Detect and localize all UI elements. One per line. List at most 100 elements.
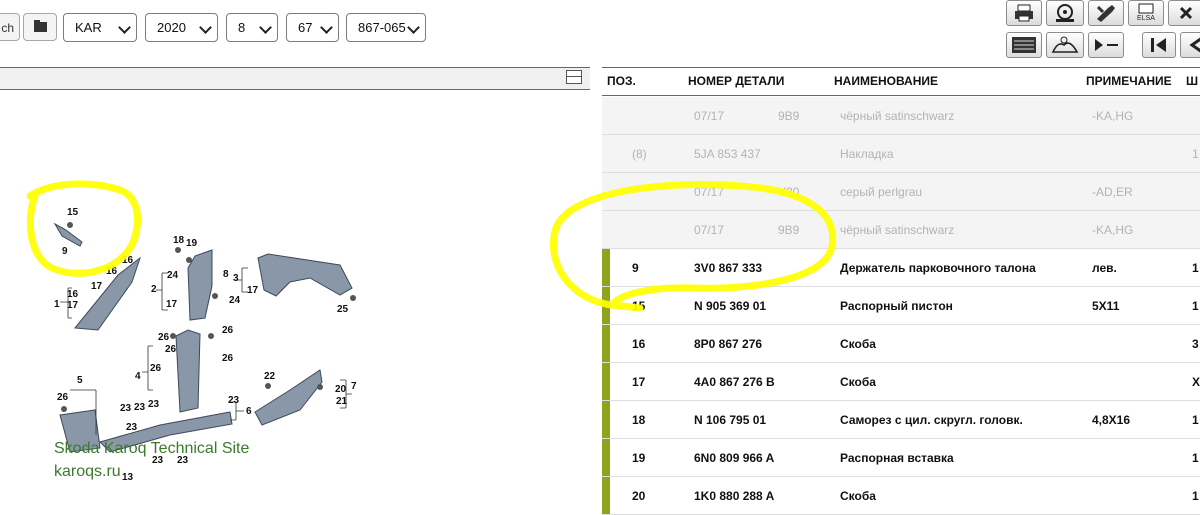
tools-icon — [1096, 5, 1115, 22]
tools-button[interactable] — [1088, 0, 1124, 26]
callout-label[interactable]: 17 — [247, 285, 259, 296]
search-button[interactable]: ch — [0, 13, 20, 41]
callout-label[interactable]: 16 — [106, 266, 118, 277]
callout-label[interactable]: 16 — [67, 289, 79, 300]
row-color-code: 9B9 — [778, 223, 800, 237]
close-button[interactable] — [1168, 0, 1200, 26]
callout-label[interactable]: 24 — [167, 270, 179, 281]
table-row[interactable]: 15 N 905 369 01 Распорный пистон 5X11 1 — [602, 287, 1200, 325]
table-row[interactable]: 07/17 9B9 чёрный satinschwarz -KA,HG — [602, 211, 1200, 249]
callout-label[interactable]: 16 — [122, 255, 134, 266]
row-name: Скоба — [840, 375, 876, 389]
print-button[interactable] — [1006, 0, 1042, 26]
row-name: Скоба — [840, 489, 876, 503]
callout-label[interactable]: 23 — [120, 403, 132, 414]
col-header-pos[interactable]: ПОЗ. — [607, 74, 636, 88]
year-select[interactable]: 2020 — [145, 13, 218, 42]
watermark-title: Skoda Karoq Technical Site — [54, 440, 250, 457]
table-row[interactable]: 9 3V0 867 333 Держатель парковочного тал… — [602, 249, 1200, 287]
callout-label[interactable]: 9 — [62, 246, 68, 257]
list-view-button[interactable] — [1006, 32, 1042, 58]
model-select[interactable]: KAR — [63, 13, 137, 42]
callout-label[interactable]: 7 — [351, 381, 357, 392]
table-row[interactable]: 19 6N0 809 966 A Распорная вставка 1 — [602, 439, 1200, 477]
callout-label[interactable]: 6 — [246, 406, 252, 417]
prev-page-button[interactable] — [1180, 32, 1200, 58]
callout-label[interactable]: 23 — [126, 422, 138, 433]
callout-label[interactable]: 21 — [336, 396, 348, 407]
callout-label[interactable]: 15 — [67, 207, 79, 218]
chevron-down-icon — [118, 21, 131, 34]
parts-table-header: ПОЗ. НОМЕР ДЕТАЛИ НАИМЕНОВАНИЕ ПРИМЕЧАНИ… — [602, 67, 1200, 96]
callout-label[interactable]: 4 — [135, 371, 141, 382]
row-pos: 9 — [632, 261, 639, 275]
illustration-select[interactable]: 867-065 — [346, 13, 426, 42]
chevron-down-icon — [407, 21, 420, 34]
callout-label[interactable]: 26 — [150, 363, 162, 374]
scale-button[interactable] — [1046, 32, 1084, 58]
printer-icon — [1015, 4, 1033, 22]
row-pos: 15 — [632, 299, 646, 313]
elsa-button[interactable]: ELSA — [1128, 0, 1164, 26]
row-note: 4,8X16 — [1092, 413, 1131, 427]
table-row[interactable]: 07/17 9B9 чёрный satinschwarz -KA,HG — [602, 97, 1200, 135]
split-view-icon[interactable] — [566, 70, 582, 84]
list-view-icon — [1012, 37, 1036, 53]
callout-label[interactable]: 26 — [222, 325, 234, 336]
step-button[interactable] — [1088, 32, 1124, 58]
row-part-number: 3V0 867 333 — [694, 261, 763, 275]
callout-label[interactable]: 20 — [335, 384, 347, 395]
callout-label[interactable]: 22 — [264, 371, 276, 382]
subgroup-select[interactable]: 67 — [286, 13, 339, 42]
callout-label[interactable]: 2 — [151, 284, 157, 295]
callout-label[interactable]: 17 — [67, 300, 79, 311]
table-row[interactable]: 17 4A0 867 276 B Скоба X — [602, 363, 1200, 401]
first-page-button[interactable] — [1142, 32, 1176, 58]
callout-label[interactable]: 3 — [233, 273, 239, 284]
callout-label[interactable]: 24 — [229, 295, 241, 306]
row-color-code: Y20 — [778, 185, 800, 199]
group-select-value: 8 — [238, 20, 246, 35]
callout-label[interactable]: 5 — [77, 375, 83, 386]
clip-part — [61, 406, 67, 412]
callout-label[interactable]: 23 — [148, 399, 160, 410]
folder-icon — [34, 20, 47, 32]
row-name: Держатель парковочного талона — [840, 261, 1036, 275]
callout-label[interactable]: 8 — [223, 269, 229, 280]
callout-label[interactable]: 26 — [158, 332, 170, 343]
callout-label[interactable]: 13 — [122, 472, 134, 483]
callout-label[interactable]: 23 — [134, 402, 146, 413]
row-name: Накладка — [840, 147, 894, 161]
callout-label[interactable]: 18 — [173, 235, 185, 246]
col-header-name[interactable]: НАИМЕНОВАНИЕ — [834, 74, 938, 88]
callout-label[interactable]: 1 — [54, 299, 60, 310]
table-row[interactable]: 18 N 106 795 01 Саморез с цил. скругл. г… — [602, 401, 1200, 439]
table-row[interactable]: 07/17 Y20 серый perlgrau -AD,ER — [602, 173, 1200, 211]
prev-page-icon — [1189, 37, 1200, 53]
catalog-button[interactable] — [23, 13, 57, 41]
group-select[interactable]: 8 — [226, 13, 278, 42]
callout-label[interactable]: 17 — [166, 299, 178, 310]
callout-label[interactable]: 26 — [165, 344, 177, 355]
col-header-part-number[interactable]: НОМЕР ДЕТАЛИ — [688, 74, 784, 88]
callout-label[interactable]: 23 — [228, 395, 240, 406]
table-row[interactable]: 16 8P0 867 276 Скоба 3 — [602, 325, 1200, 363]
col-header-note[interactable]: ПРИМЕЧАНИЕ — [1086, 74, 1172, 88]
callout-label[interactable]: 25 — [337, 304, 349, 315]
callout-label[interactable]: 26 — [222, 353, 234, 364]
clip-part — [186, 257, 192, 263]
col-header-qty[interactable]: Ш — [1186, 74, 1198, 88]
row-pos: (8) — [632, 147, 647, 161]
row-pos: 16 — [632, 337, 646, 351]
clip-part — [170, 333, 176, 339]
callout-label[interactable]: 26 — [57, 392, 69, 403]
callout-label[interactable]: 19 — [186, 238, 198, 249]
table-row[interactable]: 20 1K0 880 288 A Скоба 1 — [602, 477, 1200, 515]
row-qty: 1 — [1192, 413, 1199, 427]
callout-label[interactable]: 17 — [91, 281, 103, 292]
disc-button[interactable] — [1046, 0, 1084, 26]
row-qty: 1 — [1192, 299, 1199, 313]
table-row[interactable]: (8) 5JA 853 437 Накладка 1 — [602, 135, 1200, 173]
row-pos: 18 — [632, 413, 646, 427]
chevron-down-icon — [320, 21, 333, 34]
